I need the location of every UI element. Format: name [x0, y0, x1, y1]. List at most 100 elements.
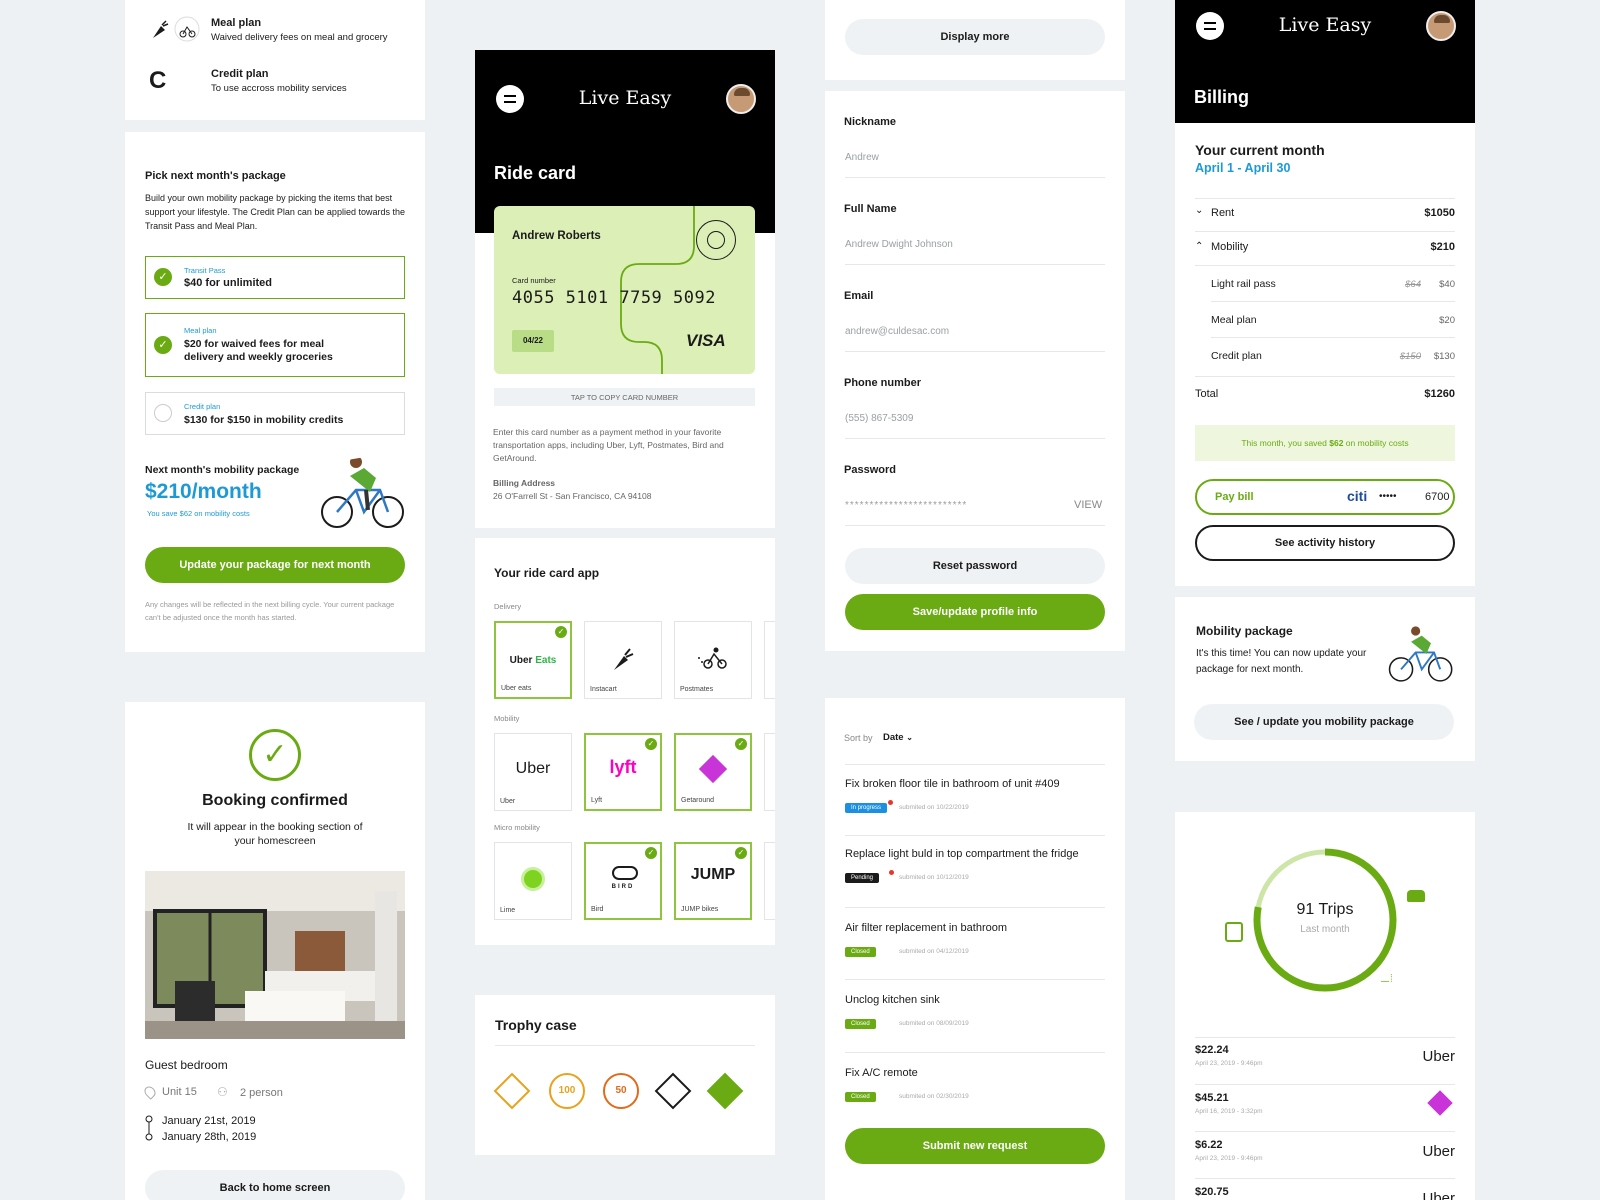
- transaction-row[interactable]: $6.22 April 23, 2019 - 9:46pm Uber: [1195, 1139, 1455, 1179]
- sort-dropdown[interactable]: Date ⌄: [883, 732, 913, 743]
- update-package-button[interactable]: Update your package for next month: [145, 547, 405, 583]
- request-item[interactable]: Fix broken floor tile in bathroom of uni…: [845, 778, 1105, 838]
- app-tile-uber[interactable]: Uber Uber: [494, 733, 572, 811]
- mobility-row[interactable]: ⌃ Mobility $210: [1195, 239, 1455, 259]
- phone-field[interactable]: (555) 867-5309: [845, 413, 1105, 424]
- nickname-field[interactable]: Andrew: [845, 152, 1105, 163]
- app-tile-jump[interactable]: ✓ JUMP JUMP bikes: [674, 842, 752, 920]
- app-tile-overflow[interactable]: [764, 842, 775, 920]
- display-more-button[interactable]: Display more: [845, 19, 1105, 55]
- row-amount: $1050: [1424, 207, 1455, 219]
- pay-bill-button[interactable]: Pay bill citi ••••• 6700: [1195, 479, 1455, 515]
- trips-count: 91 Trips: [1296, 901, 1354, 918]
- email-field[interactable]: andrew@culdesac.com: [845, 326, 1105, 337]
- transit-pass-option[interactable]: ✓ Transit Pass $40 for unlimited: [145, 256, 405, 299]
- check-icon: ✓: [154, 336, 172, 354]
- status-dot: [888, 800, 893, 805]
- save-profile-button[interactable]: Save/update profile info: [845, 594, 1105, 630]
- request-item[interactable]: Replace light buld in top compartment th…: [845, 848, 1105, 908]
- sort-value: Date: [883, 732, 904, 743]
- app-tile-bird[interactable]: ✓ BIRD Bird: [584, 842, 662, 920]
- app-tile-lime[interactable]: Lime: [494, 842, 572, 920]
- savings-prefix: This month, you saved: [1241, 438, 1330, 448]
- option-text: $20 for waived fees for meal delivery an…: [184, 338, 333, 363]
- full-name-field[interactable]: Andrew Dwight Johnson: [845, 239, 1105, 250]
- lyft-logo: lyft: [609, 757, 637, 777]
- booking-title: Booking confirmed: [202, 792, 348, 809]
- password-field[interactable]: *************************: [845, 500, 1045, 511]
- transaction-divider: [1195, 1037, 1455, 1038]
- check-icon: ✓: [735, 738, 747, 750]
- trips-subtitle: Last month: [1300, 924, 1350, 935]
- lime-icon: [495, 867, 571, 895]
- people-icon: ⚇: [217, 1085, 228, 1099]
- avatar[interactable]: [726, 84, 756, 114]
- subrow-label: Meal plan: [1211, 314, 1257, 326]
- request-divider: [845, 835, 1105, 836]
- app-tile-lyft[interactable]: ✓ lyft Lyft: [584, 733, 662, 811]
- app-label: Uber eats: [501, 685, 532, 692]
- ride-apps-card: Your ride card app Delivery ✓ Uber Eats …: [475, 538, 775, 945]
- tempe-seal-icon: [696, 220, 736, 260]
- card-expiry: 04/22: [512, 330, 554, 352]
- card-last-digits: 6700: [1425, 491, 1450, 503]
- option-tag: Transit Pass: [184, 266, 226, 275]
- app-tile-uber-eats[interactable]: ✓ Uber Eats Uber eats: [494, 621, 572, 699]
- check-icon: ✓: [154, 268, 172, 286]
- uber-eats-logo: Uber Eats: [509, 655, 557, 666]
- request-item[interactable]: Air filter replacement in bathroom Close…: [845, 922, 1105, 982]
- app-tile-getaround[interactable]: ✓ Getaround: [674, 733, 752, 811]
- update-mobility-button[interactable]: See / update you mobility package: [1194, 704, 1454, 740]
- submit-request-button[interactable]: Submit new request: [845, 1128, 1105, 1164]
- back-home-button[interactable]: Back to home screen: [145, 1170, 405, 1200]
- bike-trophy-icon[interactable]: [706, 1072, 744, 1110]
- activity-history-button[interactable]: See activity history: [1195, 525, 1455, 561]
- app-label: Postmates: [680, 686, 714, 693]
- ride-card-screen: Live Easy Ride card Andrew Roberts Card …: [475, 50, 775, 528]
- billing-screen: Live Easy Billing Your current month Apr…: [1175, 0, 1475, 586]
- transaction-divider: [1195, 1131, 1455, 1132]
- billing-divider: [1195, 198, 1455, 199]
- pick-package-card: Pick next month's package Build your own…: [125, 132, 425, 652]
- request-item[interactable]: Fix A/C remote Closed submited on 02/30/…: [845, 1067, 1105, 1127]
- uber-logo: Uber: [1422, 1190, 1455, 1200]
- app-tile-overflow[interactable]: [764, 621, 775, 699]
- transaction-row[interactable]: $45.21 April 16, 2019 - 3:32pm: [1195, 1090, 1455, 1132]
- pick-description: Build your own mobility package by picki…: [145, 193, 405, 231]
- transaction-row[interactable]: $20.75 Uber: [1195, 1186, 1455, 1200]
- trophy-50-icon[interactable]: 50: [603, 1073, 639, 1109]
- app-tile-overflow[interactable]: [764, 733, 775, 811]
- app-tile-instacart[interactable]: Instacart: [584, 621, 662, 699]
- app-label: JUMP bikes: [681, 906, 719, 913]
- train-trophy-icon[interactable]: [493, 1072, 531, 1110]
- date-start: January 21st, 2019: [162, 1115, 256, 1127]
- status-badge: Closed: [845, 947, 876, 957]
- request-item[interactable]: Unclog kitchen sink Closed submited on 0…: [845, 994, 1105, 1054]
- view-password-link[interactable]: VIEW: [1074, 499, 1102, 511]
- sort-divider: [845, 764, 1105, 765]
- requests-card: Sort by Date ⌄ Fix broken floor tile in …: [825, 698, 1125, 1200]
- skull-trophy-icon[interactable]: [654, 1072, 692, 1110]
- cardholder-name: Andrew Roberts: [512, 230, 601, 242]
- rent-row[interactable]: ⌄ Rent $1050: [1195, 205, 1455, 225]
- request-date: submited on 08/09/2019: [899, 1020, 969, 1027]
- transaction-amount: $45.21: [1195, 1092, 1229, 1104]
- avatar[interactable]: [1426, 11, 1456, 41]
- request-title: Fix broken floor tile in bathroom of uni…: [845, 778, 1060, 790]
- trophy-100-icon[interactable]: 100: [549, 1073, 585, 1109]
- app-tile-postmates[interactable]: Postmates: [674, 621, 752, 699]
- reset-password-button[interactable]: Reset password: [845, 548, 1105, 584]
- credit-plan-option[interactable]: Credit plan $130 for $150 in mobility cr…: [145, 392, 405, 435]
- request-title: Unclog kitchen sink: [845, 994, 940, 1006]
- mobility-text: It's this time! You can now update your …: [1196, 648, 1367, 675]
- check-icon: ✓: [645, 738, 657, 750]
- chevron-up-icon: ⌃: [1195, 241, 1204, 252]
- transaction-amount: $6.22: [1195, 1139, 1223, 1151]
- date-end: January 28th, 2019: [162, 1131, 257, 1143]
- meal-plan-option[interactable]: ✓ Meal plan $20 for waived fees for meal…: [145, 313, 405, 377]
- page-title: Billing: [1194, 87, 1249, 107]
- copy-card-number-button[interactable]: TAP TO COPY CARD NUMBER: [494, 388, 755, 406]
- transaction-row[interactable]: $22.24 April 23, 2019 - 9:46pm Uber: [1195, 1044, 1455, 1084]
- bird-logo: BIRD: [611, 884, 635, 890]
- field-label-email: Email: [844, 290, 874, 302]
